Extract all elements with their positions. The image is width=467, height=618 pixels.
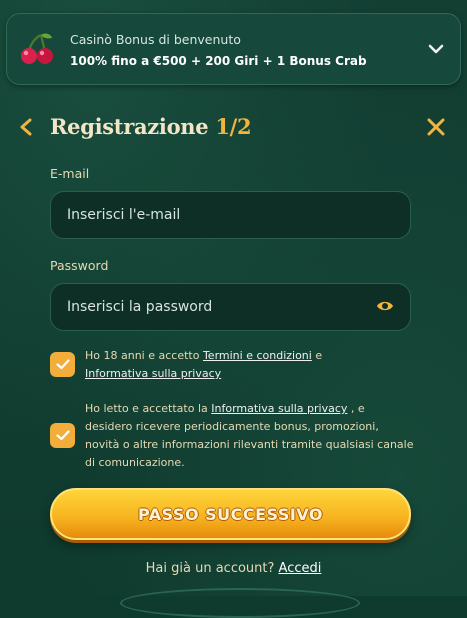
next-step-label: PASSO SUCCESSIVO: [137, 504, 324, 524]
bonus-title: Casinò Bonus di benvenuto: [70, 32, 241, 47]
checkmark-icon: [55, 359, 70, 370]
welcome-bonus-banner[interactable]: Casinò Bonus di benvenuto 100% fino a €5…: [6, 13, 461, 85]
chevron-left-icon[interactable]: [18, 117, 34, 137]
email-input[interactable]: [67, 192, 367, 238]
login-prompt-text: Hai già un account?: [145, 561, 279, 576]
checkmark-icon: [55, 430, 70, 441]
marketing-consent-text: Ho letto e accettato la Informativa sull…: [85, 400, 415, 472]
login-prompt: Hai già un account? Accedi: [0, 561, 467, 576]
privacy-link-2[interactable]: Informativa sulla privacy: [211, 402, 347, 415]
email-label: E-mail: [50, 166, 90, 181]
next-step-button[interactable]: PASSO SUCCESSIVO: [50, 488, 411, 540]
age-terms-checkbox[interactable]: [50, 352, 75, 377]
password-field-container: [50, 283, 411, 331]
consent2-prefix: Ho letto e accettato la: [85, 402, 212, 415]
chevron-down-icon[interactable]: [427, 40, 445, 58]
cherry-icon: [21, 33, 53, 64]
privacy-link-1[interactable]: Informativa sulla privacy: [85, 367, 221, 380]
age-terms-consent: Ho 18 anni e accetto Termini e condizion…: [85, 347, 415, 383]
consent1-middle: e: [311, 349, 323, 362]
close-icon[interactable]: [425, 116, 447, 138]
consent1-prefix: Ho 18 anni e accetto: [85, 349, 203, 362]
email-field-container: [50, 191, 411, 239]
step-indicator: 1/2: [215, 114, 252, 139]
terms-link[interactable]: Termini e condizioni: [203, 349, 312, 362]
page-title: Registrazione 1/2: [50, 114, 252, 139]
decorative-outline: [120, 588, 360, 618]
page-title-text: Registrazione: [50, 114, 216, 139]
bonus-subtitle: 100% fino a €500 + 200 Giri + 1 Bonus Cr…: [70, 54, 367, 68]
marketing-consent-checkbox[interactable]: [50, 423, 75, 448]
eye-icon[interactable]: [376, 299, 394, 313]
password-label: Password: [50, 258, 109, 273]
login-link[interactable]: Accedi: [279, 561, 322, 576]
password-input[interactable]: [67, 284, 367, 330]
